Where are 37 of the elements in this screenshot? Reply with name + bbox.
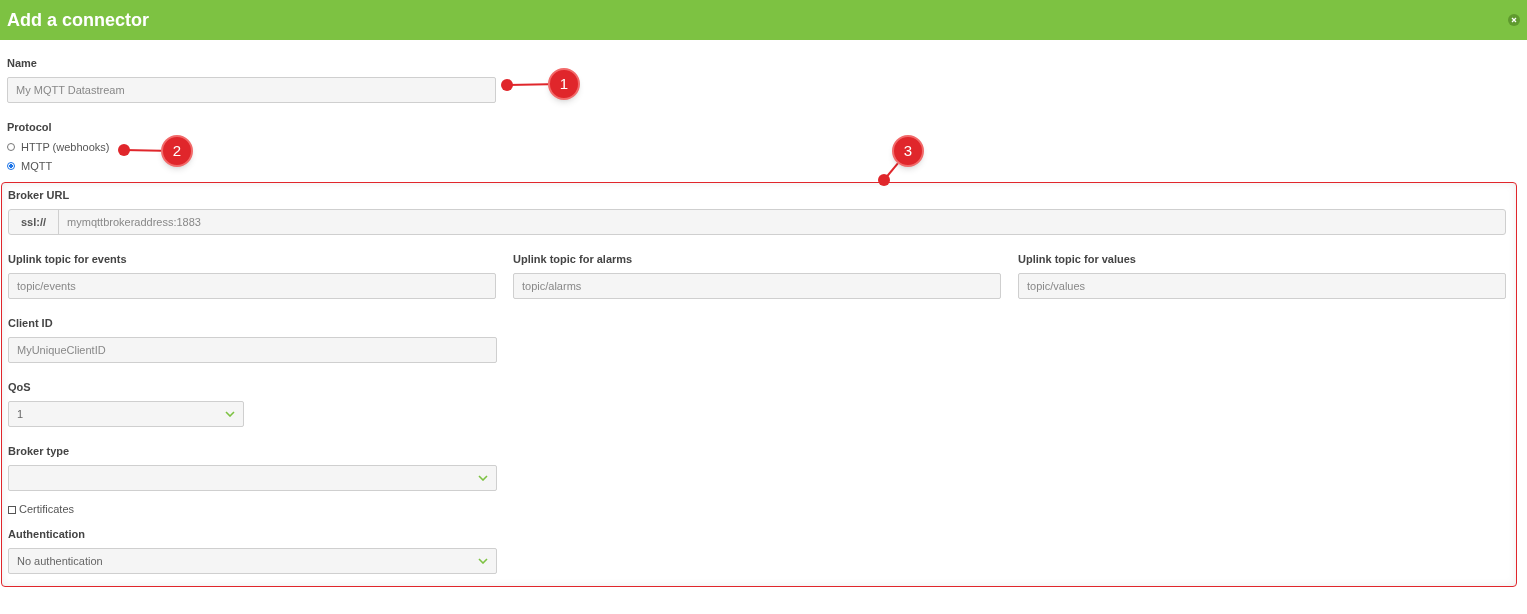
dropdown[interactable]: 1 [8,401,244,427]
input-field[interactable]: topic/events [8,273,496,299]
leader-line [118,144,163,156]
url-prefix: ssl:// [9,210,60,234]
chevron-down-icon [478,475,488,481]
chevron-down-icon [225,411,235,417]
field-label: Broker type [8,445,70,458]
callout-number: 2 [161,135,193,167]
field-label: Protocol [7,121,52,134]
input-field[interactable]: My MQTT Datastream [7,77,496,103]
callout-number: 3 [892,135,924,167]
window-title: Add a connector [7,8,149,32]
close-button[interactable] [1508,14,1520,26]
field-label: Uplink topic for events [8,253,127,266]
checkbox[interactable] [8,505,16,514]
checkbox-option[interactable]: Certificates [8,503,75,516]
field-label: Client ID [8,317,53,330]
input-field[interactable]: MyUniqueClientID [8,337,497,363]
dropdown[interactable]: No authentication [8,548,497,574]
field-label: Broker URL [8,189,70,202]
field-label: Uplink topic for values [1018,253,1136,266]
close-icon [1511,17,1517,23]
field-label: Name [7,57,37,70]
radio-button[interactable] [7,162,15,170]
chevron-down-icon [478,558,488,564]
callout-number: 1 [548,68,580,100]
radio-button[interactable] [7,143,15,151]
radio-option[interactable]: MQTT [7,158,53,174]
field-label: Authentication [8,528,85,541]
input-field[interactable]: topic/alarms [513,273,1001,299]
input-field[interactable]: topic/values [1018,273,1506,299]
leader-line [501,79,550,91]
url-input[interactable]: mymqttbrokeraddress:1883 [59,210,1505,234]
field-label: QoS [8,381,31,394]
url-input-group[interactable]: ssl:// mymqttbrokeraddress:1883 [8,209,1506,235]
field-label: Uplink topic for alarms [513,253,633,266]
radio-option[interactable]: HTTP (webhooks) [7,139,110,155]
